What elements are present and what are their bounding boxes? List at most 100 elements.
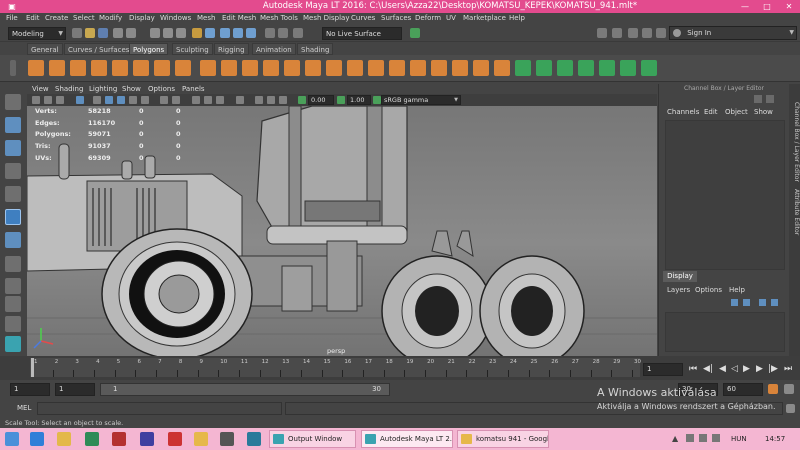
poly-helix-icon[interactable] (175, 60, 191, 76)
playback-start-field[interactable]: 1 (55, 383, 95, 396)
show-hidden-icons-icon[interactable]: ▲ (672, 434, 678, 443)
shelf-tab-general[interactable]: General (27, 43, 63, 55)
tab-display[interactable]: Display (663, 271, 697, 282)
gamma-field[interactable]: 1.00 (347, 95, 371, 105)
layer-list[interactable] (665, 312, 785, 352)
bridge-icon[interactable] (284, 60, 300, 76)
file-explorer-icon[interactable] (57, 432, 71, 446)
paint-select-tool-icon[interactable] (5, 140, 21, 156)
redo-icon[interactable] (126, 28, 136, 38)
current-frame-marker[interactable] (31, 358, 34, 377)
side-tab-channel-box[interactable]: Channel Box / Layer Editor (789, 89, 800, 194)
planar-mapping-icon[interactable] (515, 60, 531, 76)
go-to-start-icon[interactable]: ⏮ (689, 364, 697, 374)
magnet-icon[interactable] (192, 28, 202, 38)
step-back-key-icon[interactable]: ◀| (703, 364, 713, 374)
channel-box-float-icon[interactable] (766, 95, 774, 103)
menu-mesh-tools[interactable]: Mesh Tools (260, 13, 298, 24)
access-icon[interactable] (112, 432, 126, 446)
action-center-icon[interactable] (686, 434, 694, 442)
tool-settings-toggle-icon[interactable] (642, 28, 652, 38)
snap-point-icon[interactable] (233, 28, 243, 38)
snap-grid-icon[interactable] (205, 28, 215, 38)
poly-cylinder-icon[interactable] (70, 60, 86, 76)
shadows-icon[interactable] (160, 96, 168, 104)
taskbar-button-maya[interactable]: Autodesk Maya LT 2... (361, 430, 453, 448)
layer-menu-layers[interactable]: Layers (667, 284, 690, 296)
play-forwards-icon[interactable]: ▶ (743, 364, 750, 374)
poly-torus-icon[interactable] (133, 60, 149, 76)
smooth-shade-icon[interactable] (117, 96, 125, 104)
viewport-menu-view[interactable]: View (32, 84, 49, 94)
wireframe-icon[interactable] (105, 96, 113, 104)
select-hierarchy-icon[interactable] (150, 28, 160, 38)
clock[interactable]: 14:57 (765, 428, 785, 450)
search-icon[interactable] (597, 28, 607, 38)
start-button-icon[interactable] (5, 432, 19, 446)
select-object-icon[interactable] (163, 28, 173, 38)
textured-icon[interactable] (129, 96, 137, 104)
minimize-button[interactable]: — (735, 0, 755, 13)
ambient-occlusion-icon[interactable] (172, 96, 180, 104)
poly-cube-icon[interactable] (49, 60, 65, 76)
menu-surfaces[interactable]: Surfaces (381, 13, 411, 24)
layer-menu-options[interactable]: Options (695, 284, 722, 296)
menu-uv[interactable]: UV (446, 13, 456, 24)
channel-box-toggle-icon[interactable] (656, 28, 666, 38)
side-tab-attribute-editor[interactable]: Attribute Editor (789, 182, 800, 242)
select-tool-icon[interactable] (5, 94, 21, 110)
viewport-menu-options[interactable]: Options (148, 84, 175, 94)
poly-sphere-icon[interactable] (28, 60, 44, 76)
step-back-frame-icon[interactable]: ◀ (719, 364, 726, 374)
script-editor-icon[interactable] (786, 404, 795, 413)
open-scene-icon[interactable] (85, 28, 95, 38)
checker-icon[interactable] (620, 60, 636, 76)
shelf-tab-sculpting[interactable]: Sculpting (172, 43, 213, 55)
snap-view-icon[interactable] (246, 28, 256, 38)
poly-plane-icon[interactable] (112, 60, 128, 76)
media-player-icon[interactable] (220, 432, 234, 446)
maya-logo-icon[interactable]: ▣ (2, 0, 22, 13)
channel-list[interactable] (665, 120, 785, 270)
spherical-mapping-icon[interactable] (557, 60, 573, 76)
depth-of-field-icon[interactable] (216, 96, 224, 104)
viewport-menu-panels[interactable]: Panels (182, 84, 205, 94)
channel-box-options-icon[interactable] (754, 95, 762, 103)
motion-blur-icon[interactable] (192, 96, 200, 104)
menu-file[interactable]: File (6, 13, 18, 24)
menu-mesh[interactable]: Mesh (197, 13, 215, 24)
extrude-icon[interactable] (305, 60, 321, 76)
collapse-icon[interactable] (494, 60, 510, 76)
shelf-tab-rigging[interactable]: Rigging (214, 43, 249, 55)
sign-in-dropdown[interactable]: Sign In ▼ (669, 26, 797, 40)
mel-input[interactable] (37, 402, 282, 415)
use-all-lights-icon[interactable] (141, 96, 149, 104)
app-icon[interactable] (140, 432, 154, 446)
image-plane-icon[interactable] (93, 96, 101, 104)
side-by-side-layout-icon[interactable] (5, 296, 21, 312)
separate-icon[interactable] (221, 60, 237, 76)
current-frame-field[interactable]: 1 (643, 363, 683, 376)
menu-display[interactable]: Display (129, 13, 155, 24)
volume-icon[interactable] (712, 434, 720, 442)
menu-modify[interactable]: Modify (99, 13, 122, 24)
play-backwards-icon[interactable]: ◁ (731, 364, 738, 374)
menu-create[interactable]: Create (45, 13, 68, 24)
color-space-dropdown[interactable]: sRGB gamma ▼ (381, 95, 461, 105)
four-view-layout-icon[interactable] (5, 278, 21, 294)
snap-curve-icon[interactable] (220, 28, 230, 38)
combine-icon[interactable] (200, 60, 216, 76)
single-perspective-layout-icon[interactable] (5, 256, 21, 272)
merge-icon[interactable] (368, 60, 384, 76)
go-to-end-icon[interactable]: ⏭ (784, 364, 792, 374)
insert-edge-loop-icon[interactable] (431, 60, 447, 76)
mirror-icon[interactable] (242, 60, 258, 76)
xray-icon[interactable] (410, 28, 420, 38)
animation-prefs-icon[interactable] (784, 384, 794, 394)
menu-edit-mesh[interactable]: Edit Mesh (222, 13, 256, 24)
shelf-tab-animation[interactable]: Animation (252, 43, 296, 55)
maximize-button[interactable]: □ (757, 0, 777, 13)
anti-aliasing-icon[interactable] (204, 96, 212, 104)
menu-deform[interactable]: Deform (415, 13, 441, 24)
time-ruler[interactable]: 1 2 3 4 5 6 7 8 9 10 11 12 13 14 15 16 17 18 19 20 21 22 23 24 2… (30, 358, 641, 377)
